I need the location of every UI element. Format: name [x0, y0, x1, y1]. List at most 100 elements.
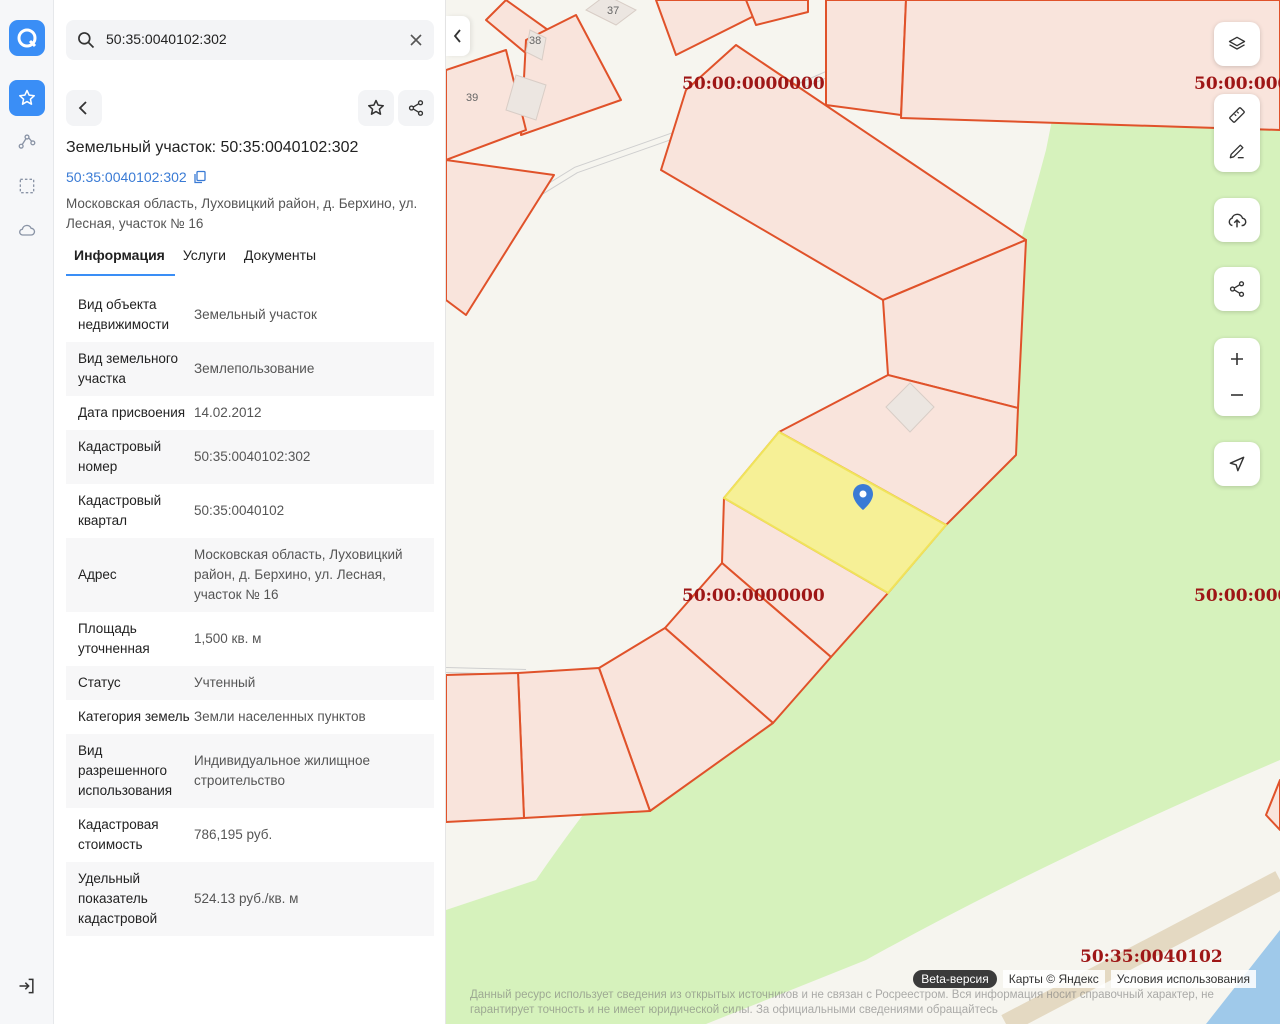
table-row: Удельный показатель кадастровой 524.13 ру…: [66, 862, 434, 936]
table-row: Кадастровый квартал 50:35:0040102: [66, 484, 434, 538]
row-key: Дата присвоения: [78, 405, 186, 420]
table-row: Вид разрешенного использования Индивидуал…: [66, 734, 434, 808]
row-key: Вид земельного участка: [78, 351, 179, 386]
row-key: Кадастровый квартал: [78, 493, 162, 528]
share-icon: [408, 100, 424, 116]
row-key: Удельный показатель кадастровой: [78, 871, 158, 926]
row-key: Вид объекта недвижимости: [78, 297, 170, 332]
row-value: Землепользование: [194, 361, 315, 376]
tab-services[interactable]: Услуги: [175, 240, 236, 276]
row-value: 50:35:0040102: [194, 503, 285, 518]
star-icon: [368, 99, 384, 115]
beta-badge: Beta-версия: [913, 970, 997, 988]
layers-button[interactable]: [1214, 22, 1260, 66]
info-table: Вид объекта недвижимости Земельный участо…: [66, 288, 434, 1002]
row-value: 50:35:0040102:302: [194, 449, 311, 464]
page-title: Земельный участок: 50:35:0040102:302: [66, 139, 359, 156]
select-area-button[interactable]: [9, 168, 45, 204]
row-value: Земли населенных пунктов: [194, 709, 366, 724]
plus-icon: [1231, 353, 1243, 365]
row-key: Кадастровый номер: [78, 439, 162, 474]
measure-toolbar: [1214, 94, 1260, 172]
cadastral-number-link[interactable]: 50:35:0040102:302: [66, 169, 207, 185]
table-row: Кадастровый номер 50:35:0040102:302: [66, 430, 434, 484]
table-row: Площадь уточненная 1,500 кв. м: [66, 612, 434, 666]
my-location-button[interactable]: [1214, 442, 1260, 486]
share-button[interactable]: [398, 90, 434, 126]
navigation-icon: [1229, 456, 1245, 472]
quarter-label: 50:00:0000000: [682, 74, 825, 94]
quarter-label: 50:35:0040102: [1080, 947, 1223, 967]
terms-link[interactable]: Условия использования: [1110, 970, 1256, 988]
layers-icon: [1228, 36, 1246, 50]
cloud-button[interactable]: [9, 212, 45, 248]
row-key: Кадастровая стоимость: [78, 817, 159, 852]
row-key: Статус: [78, 675, 121, 690]
share-icon: [1229, 281, 1245, 297]
map-share-button[interactable]: [1214, 267, 1260, 311]
upload-toolbar: [1214, 198, 1260, 242]
chevron-left-icon: [453, 29, 461, 43]
map-layer: [446, 0, 1280, 1024]
ruler-icon: [1229, 107, 1245, 123]
collapse-panel-button[interactable]: [446, 16, 470, 56]
minus-icon: [1231, 394, 1243, 396]
back-button[interactable]: [66, 90, 102, 126]
quarter-label: 50:00:0000000: [1194, 586, 1280, 606]
cloud-icon: [19, 224, 36, 236]
route-button[interactable]: [9, 124, 45, 160]
logo-icon[interactable]: [9, 20, 45, 56]
object-address: Московская область, Луховицкий район, д.…: [66, 196, 418, 231]
tab-documents[interactable]: Документы: [236, 240, 326, 276]
table-row: Дата присвоения 14.02.2012: [66, 396, 434, 430]
row-value: Учтенный: [194, 675, 256, 690]
table-row: Вид земельного участка Землепользование: [66, 342, 434, 396]
row-key: Адрес: [78, 567, 117, 582]
search-input[interactable]: 50:35:0040102:302: [106, 31, 227, 47]
copy-icon[interactable]: [193, 170, 207, 184]
row-value: 1,500 кв. м: [194, 631, 262, 646]
close-icon[interactable]: [408, 32, 424, 48]
house-number: 38: [529, 35, 542, 47]
table-row: Кадастровая стоимость 786,195 руб.: [66, 808, 434, 862]
row-key: Категория земель: [78, 709, 190, 724]
house-number: 39: [466, 92, 479, 104]
left-rail: [0, 0, 54, 1024]
upload-cloud-icon: [1228, 213, 1247, 228]
row-value: Индивидуальное жилищное строительство: [194, 753, 370, 788]
share-toolbar: [1214, 267, 1260, 311]
layers-toolbar: [1214, 22, 1260, 66]
back-arrow-icon: [78, 101, 87, 115]
edit-icon: [1229, 144, 1244, 159]
object-panel: 50:35:0040102:302 Земельный участок: 50:…: [54, 0, 446, 1024]
ruler-button[interactable]: [1214, 97, 1260, 133]
star-icon: [19, 89, 35, 105]
edit-button[interactable]: [1214, 133, 1260, 169]
row-value: Московская область, Луховицкий район, д.…: [194, 547, 403, 602]
route-icon: [18, 134, 36, 149]
row-key: Вид разрешенного использования: [78, 743, 173, 798]
row-value: 14.02.2012: [194, 405, 262, 420]
upload-button[interactable]: [1214, 198, 1260, 242]
row-value: Земельный участок: [194, 307, 317, 322]
zoom-in-button[interactable]: [1214, 341, 1260, 377]
map-canvas[interactable]: 37 38 39 50:00:0000000 50:00:0000000 50:…: [446, 0, 1280, 1024]
zoom-toolbar: [1214, 338, 1260, 416]
cadastral-number-text[interactable]: 50:35:0040102:302: [66, 169, 187, 185]
search-bar[interactable]: 50:35:0040102:302: [66, 20, 434, 60]
row-value: 786,195 руб.: [194, 827, 273, 842]
logout-icon: [19, 978, 34, 994]
row-value: 524.13 руб./кв. м: [194, 891, 299, 906]
map-footer: Beta-версия Карты © Яндекс Условия испол…: [913, 970, 1256, 988]
table-row: Адрес Московская область, Луховицкий райо…: [66, 538, 434, 612]
table-row: Статус Учтенный: [66, 666, 434, 700]
table-row: Вид объекта недвижимости Земельный участо…: [66, 288, 434, 342]
logout-button[interactable]: [9, 968, 45, 1004]
zoom-out-button[interactable]: [1214, 377, 1260, 413]
tab-info[interactable]: Информация: [66, 240, 175, 276]
favorites-button[interactable]: [9, 80, 45, 116]
add-favorite-button[interactable]: [358, 90, 394, 126]
tabs: Информация Услуги Документы: [66, 240, 436, 276]
yandex-copyright-link[interactable]: Карты © Яндекс: [1002, 970, 1105, 988]
search-icon: [78, 32, 95, 49]
